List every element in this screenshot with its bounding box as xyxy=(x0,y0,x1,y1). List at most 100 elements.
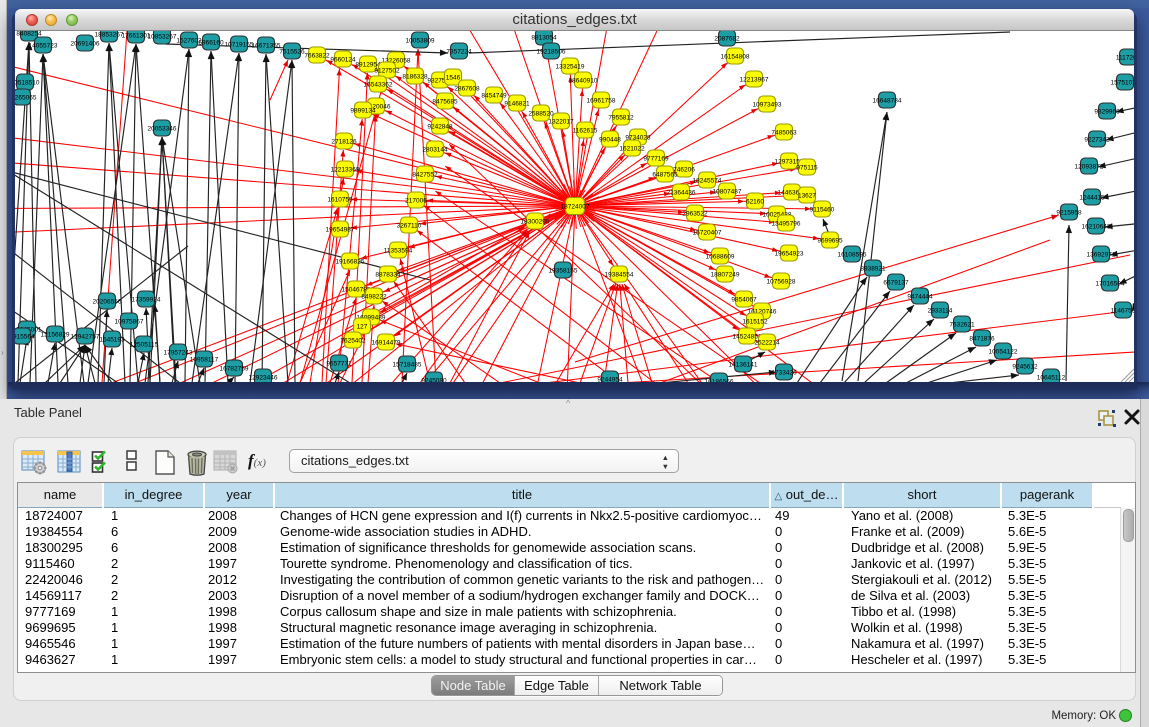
svg-text:6966160: 6966160 xyxy=(198,39,224,46)
svg-text:9329966: 9329966 xyxy=(1094,108,1120,115)
svg-text:19218506: 19218506 xyxy=(537,48,566,55)
svg-text:18640910: 18640910 xyxy=(569,77,598,84)
svg-text:10645112: 10645112 xyxy=(1037,374,1066,381)
svg-text:1546: 1546 xyxy=(446,74,461,81)
svg-text:9474444: 9474444 xyxy=(907,293,933,300)
svg-text:16648784: 16648784 xyxy=(873,97,902,104)
svg-text:8878334: 8878334 xyxy=(375,271,401,278)
svg-text:1322017: 1322017 xyxy=(548,118,574,125)
svg-text:2718126: 2718126 xyxy=(331,138,357,145)
svg-text:62160: 62160 xyxy=(746,198,764,205)
svg-text:2933114: 2933114 xyxy=(928,307,953,314)
svg-text:17661301: 17661301 xyxy=(122,32,151,39)
svg-text:16782759: 16782759 xyxy=(220,365,249,372)
svg-text:10054122: 10054122 xyxy=(989,348,1018,355)
svg-text:12213967: 12213967 xyxy=(740,76,769,83)
svg-text:12093872: 12093872 xyxy=(1075,163,1104,170)
svg-text:1162615: 1162615 xyxy=(573,127,598,134)
svg-text:14055723: 14055723 xyxy=(29,42,58,49)
svg-text:10053809: 10053809 xyxy=(406,37,435,44)
svg-text:13325419: 13325419 xyxy=(556,63,585,70)
svg-text:8454749: 8454749 xyxy=(481,92,507,99)
svg-text:8813054: 8813054 xyxy=(531,34,557,41)
svg-text:2803144: 2803144 xyxy=(422,146,448,153)
svg-text:8475685: 8475685 xyxy=(432,98,458,105)
svg-text:2963522: 2963522 xyxy=(682,210,708,217)
svg-text:6679137: 6679137 xyxy=(883,279,909,286)
svg-text:7632621: 7632621 xyxy=(949,321,975,328)
svg-text:2522214: 2522214 xyxy=(754,339,780,346)
svg-text:9215958: 9215958 xyxy=(1056,209,1082,216)
svg-text:17016504: 17016504 xyxy=(1096,280,1125,287)
svg-text:9244954: 9244954 xyxy=(597,376,623,382)
svg-text:21364436: 21364436 xyxy=(667,189,696,196)
svg-text:2867608: 2867608 xyxy=(454,85,480,92)
svg-text:14136141: 14136141 xyxy=(729,361,758,368)
svg-text:9660124: 9660124 xyxy=(330,56,356,63)
svg-text:12942757: 12942757 xyxy=(71,333,100,340)
svg-text:217006: 217006 xyxy=(405,197,427,204)
svg-text:16961758: 16961758 xyxy=(587,97,616,104)
svg-text:9657771: 9657771 xyxy=(326,360,352,367)
svg-text:10756928: 10756928 xyxy=(767,278,796,285)
svg-text:16914479: 16914479 xyxy=(372,339,401,346)
svg-text:975115: 975115 xyxy=(796,164,818,171)
svg-text:1733426: 1733426 xyxy=(771,369,797,376)
svg-text:16154808: 16154808 xyxy=(721,53,750,60)
svg-text:7663822: 7663822 xyxy=(304,52,330,59)
svg-text:9854067: 9854067 xyxy=(731,296,757,303)
svg-text:10688609: 10688609 xyxy=(706,253,735,260)
svg-text:7955812: 7955812 xyxy=(608,114,634,121)
svg-text:16210643: 16210643 xyxy=(1082,223,1111,230)
svg-text:10853267: 10853267 xyxy=(148,33,177,40)
svg-text:8427552: 8427552 xyxy=(412,171,438,178)
svg-text:13627: 13627 xyxy=(798,192,816,199)
svg-text:8408254: 8408254 xyxy=(16,31,42,37)
svg-text:7515526: 7515526 xyxy=(279,48,305,55)
svg-text:18807249: 18807249 xyxy=(711,271,740,278)
svg-text:12156829: 12156829 xyxy=(41,331,70,338)
svg-text:20053346: 20053346 xyxy=(148,125,177,132)
svg-text:16186566: 16186566 xyxy=(705,378,734,382)
svg-text:8498222: 8498222 xyxy=(361,293,387,300)
svg-text:990448: 990448 xyxy=(599,136,621,143)
svg-text:10975867: 10975867 xyxy=(115,318,144,325)
svg-text:15718485: 15718485 xyxy=(393,361,422,368)
svg-text:10973493: 10973493 xyxy=(753,101,782,108)
svg-text:9242848: 9242848 xyxy=(427,123,453,130)
svg-text:10807487: 10807487 xyxy=(713,188,742,195)
svg-text:19384554: 19384554 xyxy=(605,271,634,278)
svg-text:3915564: 3915564 xyxy=(15,333,35,340)
svg-text:11353594: 11353594 xyxy=(384,247,413,254)
svg-text:8186328: 8186328 xyxy=(402,73,428,80)
svg-text:19358155: 19358155 xyxy=(549,267,578,274)
svg-text:12923446: 12923446 xyxy=(249,374,278,381)
svg-text:1244415: 1244415 xyxy=(1079,194,1105,201)
svg-text:127: 127 xyxy=(357,323,368,330)
svg-text:16265065: 16265065 xyxy=(15,94,37,101)
svg-text:18724007: 18724007 xyxy=(561,203,590,210)
svg-text:2087682: 2087682 xyxy=(714,35,740,42)
svg-text:15720407: 15720407 xyxy=(693,229,722,236)
svg-text:1621022: 1621022 xyxy=(619,145,645,152)
svg-text:2588520: 2588520 xyxy=(528,110,554,117)
svg-text:9899134: 9899134 xyxy=(350,107,376,114)
svg-text:19166825: 19166825 xyxy=(336,258,365,265)
svg-text:12213369: 12213369 xyxy=(331,166,360,173)
svg-text:18300295: 18300295 xyxy=(521,218,550,225)
svg-text:9146821: 9146821 xyxy=(504,100,530,107)
svg-text:1146753: 1146753 xyxy=(1111,307,1134,314)
svg-text:18853267: 18853267 xyxy=(95,31,124,38)
svg-text:13495796: 13495796 xyxy=(772,220,801,227)
svg-text:8471876: 8471876 xyxy=(969,335,995,342)
svg-text:9245612: 9245612 xyxy=(1012,363,1038,370)
svg-text:20691406: 20691406 xyxy=(71,40,100,47)
svg-text:20206556: 20206556 xyxy=(93,298,122,305)
svg-text:19654987: 19654987 xyxy=(326,226,355,233)
svg-text:12505115: 12505115 xyxy=(130,341,159,348)
svg-text:9777169: 9777169 xyxy=(643,155,669,162)
svg-text:7485063: 7485063 xyxy=(771,129,797,136)
svg-text:18245574: 18245574 xyxy=(693,177,722,184)
svg-text:10719155: 10719155 xyxy=(225,41,254,48)
svg-text:7357224: 7357224 xyxy=(446,48,472,55)
